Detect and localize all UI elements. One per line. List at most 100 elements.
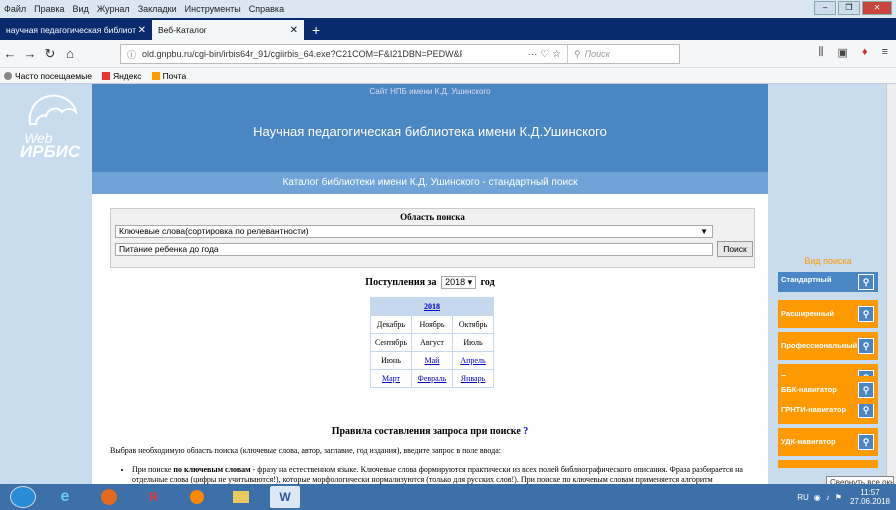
month-link-january[interactable]: Январь <box>461 374 486 383</box>
reload-icon[interactable]: ↻ <box>40 46 60 62</box>
year-value: 2018 <box>445 277 466 287</box>
bookmark-mail[interactable]: Почта <box>151 70 187 81</box>
menu-bookmarks[interactable]: Закладки <box>138 4 177 14</box>
word-icon[interactable]: W <box>270 486 300 508</box>
menu-view[interactable]: Вид <box>73 4 89 14</box>
close-icon[interactable]: ✕ <box>138 25 146 36</box>
forward-icon[interactable]: → <box>20 46 40 61</box>
search-area-label: Область поиска <box>400 212 465 222</box>
menu-edit[interactable]: Правка <box>34 4 64 14</box>
volume-icon[interactable]: ♪ <box>826 493 830 502</box>
close-window-icon[interactable]: ✕ <box>862 1 892 15</box>
window-controls: – ❐ ✕ <box>812 1 892 15</box>
flag-icon[interactable]: ⚑ <box>835 493 842 502</box>
clock[interactable]: 11:57 27.06.2018 <box>850 488 890 506</box>
search-icon[interactable]: ⚲ <box>858 434 874 450</box>
minimize-icon[interactable]: – <box>814 1 836 15</box>
month-link-february[interactable]: Февраль <box>418 374 447 383</box>
extension-icon[interactable]: ♦ <box>862 46 868 59</box>
month-link-april[interactable]: Апрель <box>460 356 485 365</box>
library-icon[interactable]: ⫼ <box>818 46 823 59</box>
sidebar-item-label: ББК-навигатор <box>781 385 837 394</box>
clock-time: 11:57 <box>860 488 880 497</box>
sidebar-item-professional[interactable]: Профессиональный ⚲ <box>778 332 878 360</box>
bullet-bold: по ключевым словам <box>173 464 251 474</box>
search-icon[interactable]: ⚲ <box>858 338 874 354</box>
file-explorer-icon[interactable] <box>226 486 256 508</box>
mail-icon <box>151 71 160 80</box>
page-content: Сайт НПБ имени К.Д. Ушинского Web ИРБИС … <box>0 84 886 484</box>
navigation-bar: ← → ↻ ⌂ ⓘ old.gnpbu.ru/cgi-bin/irbis64r_… <box>0 40 896 68</box>
tab-bar: научная педагогическая библиот ✕ Веб-Кат… <box>0 18 896 40</box>
month-cell: Январь <box>453 370 493 387</box>
sidebar-item-extended[interactable]: Расширенный ⚲ <box>778 300 878 328</box>
maximize-icon[interactable]: ❐ <box>838 1 860 15</box>
bullet-prefix: При поиске <box>132 464 174 474</box>
month-cell: Октябрь <box>453 316 493 333</box>
month-cell: Февраль <box>412 370 452 387</box>
bookmark-most-visited[interactable]: Часто посещаемые <box>4 71 92 81</box>
tab-catalog[interactable]: Веб-Каталог ✕ <box>152 20 304 40</box>
logo-irbis: ИРБИС <box>20 142 81 161</box>
sidebar-item-standard[interactable]: Стандартный ⚲ <box>778 272 878 292</box>
month-cell: Июнь <box>371 352 411 369</box>
menu-help[interactable]: Справка <box>249 4 284 14</box>
chevron-down-icon: ▼ <box>700 227 708 236</box>
close-icon[interactable]: ✕ <box>290 25 298 36</box>
bookmark-label: Часто посещаемые <box>15 70 92 81</box>
sidebar-icon[interactable]: ▣ <box>838 46 848 59</box>
tab-label: Веб-Каталог <box>158 25 207 35</box>
page-title: Научная педагогическая библиотека имени … <box>253 124 607 139</box>
search-field[interactable]: ⚲ Поиск <box>567 45 679 63</box>
month-cell: Март <box>371 370 411 387</box>
month-cell: Май <box>412 352 452 369</box>
menu-file[interactable]: Файл <box>4 4 26 14</box>
month-link-may[interactable]: Май <box>425 356 440 365</box>
year-select[interactable]: 2018 ▾ <box>441 276 477 289</box>
arrivals-suffix: год <box>480 277 495 288</box>
tab-library[interactable]: научная педагогическая библиот ✕ <box>0 20 152 40</box>
search-form: Область поиска Ключевые слова(сортировка… <box>110 208 755 268</box>
sidebar-item-label: ГРНТИ-навигатор <box>781 405 847 414</box>
menu-tools[interactable]: Инструменты <box>185 4 241 14</box>
search-icon: ⚲ <box>574 48 581 59</box>
sidebar-item-label: Расширенный <box>781 309 834 318</box>
address-bar[interactable]: ⓘ old.gnpbu.ru/cgi-bin/irbis64r_91/cgiir… <box>120 44 680 64</box>
page-actions-icon[interactable]: ··· ♡ ☆ <box>528 49 561 60</box>
scrollbar[interactable] <box>886 84 896 484</box>
calendar-year-link[interactable]: 2018 <box>371 298 493 315</box>
search-icon[interactable]: ⚲ <box>858 274 874 290</box>
yandex-browser-icon[interactable]: Я <box>138 486 168 508</box>
ie-icon[interactable]: e <box>50 486 80 508</box>
bookmarks-bar: Часто посещаемые Яндекс Почта <box>0 68 896 84</box>
bookmark-label: Почта <box>162 70 187 81</box>
hamburger-menu-icon[interactable]: ≡ <box>882 46 888 59</box>
search-area-select[interactable]: Ключевые слова(сортировка по релевантнос… <box>115 225 713 238</box>
firefox-icon[interactable] <box>94 486 124 508</box>
sidebar-item-bbk[interactable]: ББК-навигатор ⚲ <box>778 376 878 404</box>
back-icon[interactable]: ← <box>0 46 20 61</box>
month-cell: Апрель <box>453 352 493 369</box>
start-button-icon[interactable] <box>10 486 36 508</box>
search-icon[interactable]: ⚲ <box>858 306 874 322</box>
network-icon[interactable]: ◉ <box>814 493 821 502</box>
system-tray: RU ◉ ♪ ⚑ 11:57 27.06.2018 <box>792 488 890 506</box>
language-indicator[interactable]: RU <box>797 493 809 502</box>
menu-history[interactable]: Журнал <box>97 4 130 14</box>
new-tab-icon[interactable]: + <box>304 20 328 40</box>
home-icon[interactable]: ⌂ <box>60 46 80 61</box>
rules-list: При поиске по ключевым словам - фразу на… <box>132 465 760 485</box>
month-link-march[interactable]: Март <box>382 374 400 383</box>
site-link[interactable]: Сайт НПБ имени К.Д. Ушинского <box>369 87 490 96</box>
info-icon[interactable]: ⓘ <box>127 48 136 61</box>
sidebar-item-label: Стандартный <box>781 275 832 284</box>
media-player-icon[interactable] <box>182 486 212 508</box>
search-icon[interactable]: ⚲ <box>858 402 874 418</box>
query-input[interactable]: Питание ребенка до года <box>115 243 713 256</box>
bookmark-yandex[interactable]: Яндекс <box>101 71 142 81</box>
sidebar-item-udk[interactable]: УДК-навигатор ⚲ <box>778 428 878 456</box>
rules-help-link[interactable]: ? <box>523 426 528 437</box>
search-button[interactable]: Поиск <box>717 241 753 257</box>
search-icon[interactable]: ⚲ <box>858 382 874 398</box>
rules-bullet: При поиске по ключевым словам - фразу на… <box>132 465 760 485</box>
